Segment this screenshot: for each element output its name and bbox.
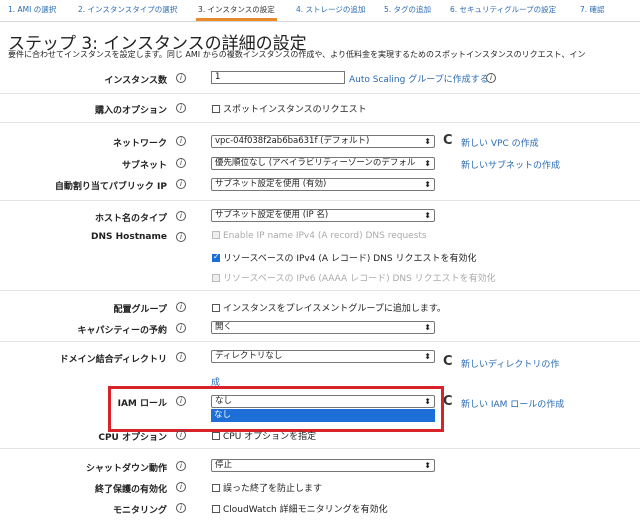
divider (0, 200, 640, 201)
spot-instance-label: スポットインスタンスのリクエスト (223, 105, 367, 115)
domain-directory-select[interactable]: ディレクトリなし ⬍ (211, 350, 435, 363)
termination-protection-checkbox[interactable]: 誤った終了を防止します (212, 481, 322, 494)
auto-public-ip-select[interactable]: サブネット設定を使用 (有効) ⬍ (211, 178, 435, 191)
select-caret-icon: ⬍ (424, 159, 431, 168)
placement-group-checkbox-label: インスタンスをプレイスメントグループに追加します。 (223, 304, 446, 314)
network-label: ネットワーク (112, 139, 167, 149)
termination-protection-checkbox-label: 誤った終了を防止します (223, 484, 323, 494)
auto-scaling-link[interactable]: Auto Scaling グループに作成する (349, 72, 489, 85)
info-icon[interactable]: i (176, 482, 186, 492)
info-icon[interactable]: i (176, 461, 186, 471)
shutdown-behavior-select[interactable]: 停止 ⬍ (211, 459, 435, 472)
hostname-type-label: ホスト名のタイプ (94, 214, 167, 224)
auto-public-ip-label: 自動割り当てパブリック IP (54, 182, 167, 192)
page-description: 要件に合わせてインスタンスを設定します。同じ AMI からの複数インスタンスの作… (8, 50, 586, 59)
create-vpc-link[interactable]: 新しい VPC の作成 (461, 136, 539, 149)
network-value: vpc-04f038f2ab6ba631f (デフォルト) (215, 136, 370, 146)
refresh-icon[interactable]: C (443, 354, 453, 369)
hostname-type-value: サブネット設定を使用 (IP 名) (215, 210, 329, 220)
cpu-options-label: CPU オプション (98, 433, 167, 443)
checkbox-box[interactable] (212, 304, 220, 312)
ip-name-dns-label: Enable IP name IPv4 (A record) DNS reque… (223, 231, 427, 241)
instance-count-label: インスタンス数 (104, 76, 167, 86)
select-caret-icon: ⬍ (424, 461, 431, 470)
ipv6-dns-checkbox: リソースベースの IPv6 (AAAA レコード) DNS リクエストを有効化 (212, 271, 496, 284)
iam-role-highlight-box (108, 386, 444, 432)
info-icon[interactable]: i (176, 430, 186, 440)
checkbox-box (212, 231, 220, 239)
divider (0, 290, 640, 291)
monitoring-checkbox-label: CloudWatch 詳細モニタリングを有効化 (223, 505, 388, 515)
info-icon[interactable]: i (176, 158, 186, 168)
select-caret-icon: ⬍ (424, 352, 431, 361)
tab-configure-instance[interactable]: 3. インスタンスの設定 (196, 4, 277, 21)
placement-group-label: 配置グループ (113, 305, 167, 315)
placement-group-checkbox[interactable]: インスタンスをプレイスメントグループに追加します。 (212, 301, 446, 314)
domain-directory-value: ディレクトリなし (215, 351, 283, 361)
domain-directory-label: ドメイン結合ディレクトリ (59, 355, 167, 365)
info-icon[interactable]: i (176, 136, 186, 146)
select-caret-icon: ⬍ (424, 323, 431, 332)
capacity-reservation-label: キャパシティーの予約 (77, 326, 167, 336)
info-icon[interactable]: i (176, 211, 186, 221)
info-icon[interactable]: i (176, 352, 186, 362)
info-icon[interactable]: i (176, 232, 186, 242)
hostname-type-select[interactable]: サブネット設定を使用 (IP 名) ⬍ (211, 209, 435, 222)
ipv4-dns-checkbox[interactable]: リソースベースの IPv4 (A レコード) DNS リクエストを有効化 (212, 251, 476, 264)
subnet-select[interactable]: 優先順位なし (アベイラビリティーゾーンのデフォル ⬍ (211, 157, 435, 170)
cpu-options-checkbox-label: CPU オプションを指定 (223, 432, 317, 442)
wizard-tabs: 1. AMI の選択 2. インスタンスタイプの選択 3. インスタンスの設定 … (0, 0, 640, 22)
shutdown-behavior-label: シャットダウン動作 (85, 464, 167, 474)
ip-name-dns-checkbox: Enable IP name IPv4 (A record) DNS reque… (212, 231, 427, 241)
info-icon[interactable]: i (176, 103, 186, 113)
info-icon[interactable]: i (176, 179, 186, 189)
tab-instance-type[interactable]: 2. インスタンスタイプの選択 (78, 4, 177, 15)
info-icon[interactable]: i (176, 302, 186, 312)
termination-protection-label: 終了保護の有効化 (94, 485, 167, 495)
cpu-options-checkbox[interactable]: CPU オプションを指定 (212, 429, 316, 442)
tab-ami[interactable]: 1. AMI の選択 (8, 4, 56, 15)
refresh-icon[interactable]: C (443, 394, 453, 409)
refresh-icon[interactable]: C (443, 133, 453, 148)
tab-security-group[interactable]: 6. セキュリティグループの設定 (450, 4, 556, 15)
info-icon[interactable]: i (176, 503, 186, 513)
spot-instance-checkbox[interactable]: スポットインスタンスのリクエスト (212, 102, 367, 115)
tab-review[interactable]: 7. 確認 (580, 4, 605, 15)
monitoring-checkbox[interactable]: CloudWatch 詳細モニタリングを有効化 (212, 502, 388, 515)
tab-storage[interactable]: 4. ストレージの追加 (296, 4, 365, 15)
network-select[interactable]: vpc-04f038f2ab6ba631f (デフォルト) ⬍ (211, 135, 435, 148)
select-caret-icon: ⬍ (424, 137, 431, 146)
divider (0, 122, 640, 123)
create-directory-link[interactable]: 新しいディレクトリの作 (461, 357, 559, 370)
checkbox-box (212, 274, 220, 282)
purchase-option-label: 購入のオプション (94, 106, 167, 116)
divider (0, 93, 640, 94)
divider (0, 341, 640, 342)
checkbox-box[interactable] (212, 484, 220, 492)
instance-count-input[interactable]: 1 (211, 71, 345, 84)
subnet-value: 優先順位なし (アベイラビリティーゾーンのデフォル (215, 158, 416, 168)
create-iam-role-link[interactable]: 新しい IAM ロールの作成 (461, 397, 564, 410)
ipv4-dns-label: リソースベースの IPv4 (A レコード) DNS リクエストを有効化 (223, 254, 477, 264)
checkbox-box[interactable] (212, 505, 220, 513)
info-icon[interactable]: i (176, 73, 186, 83)
create-subnet-link[interactable]: 新しいサブネットの作成 (461, 158, 560, 171)
info-icon[interactable]: i (176, 323, 186, 333)
subnet-label: サブネット (121, 161, 167, 171)
checkbox-box[interactable] (212, 252, 220, 262)
tab-tags[interactable]: 5. タグの追加 (384, 4, 431, 15)
dns-hostname-label: DNS Hostname (91, 232, 167, 242)
ipv6-dns-label: リソースベースの IPv6 (AAAA レコード) DNS リクエストを有効化 (223, 274, 496, 284)
select-caret-icon: ⬍ (424, 211, 431, 220)
shutdown-behavior-value: 停止 (215, 460, 233, 470)
auto-public-ip-value: サブネット設定を使用 (有効) (215, 179, 327, 189)
capacity-reservation-select[interactable]: 開く ⬍ (211, 321, 435, 334)
info-icon[interactable]: i (486, 73, 496, 83)
divider (0, 448, 640, 449)
monitoring-label: モニタリング (112, 506, 167, 516)
checkbox-box[interactable] (212, 432, 220, 440)
checkbox-box[interactable] (212, 105, 220, 113)
capacity-reservation-value: 開く (215, 322, 233, 332)
select-caret-icon: ⬍ (424, 180, 431, 189)
